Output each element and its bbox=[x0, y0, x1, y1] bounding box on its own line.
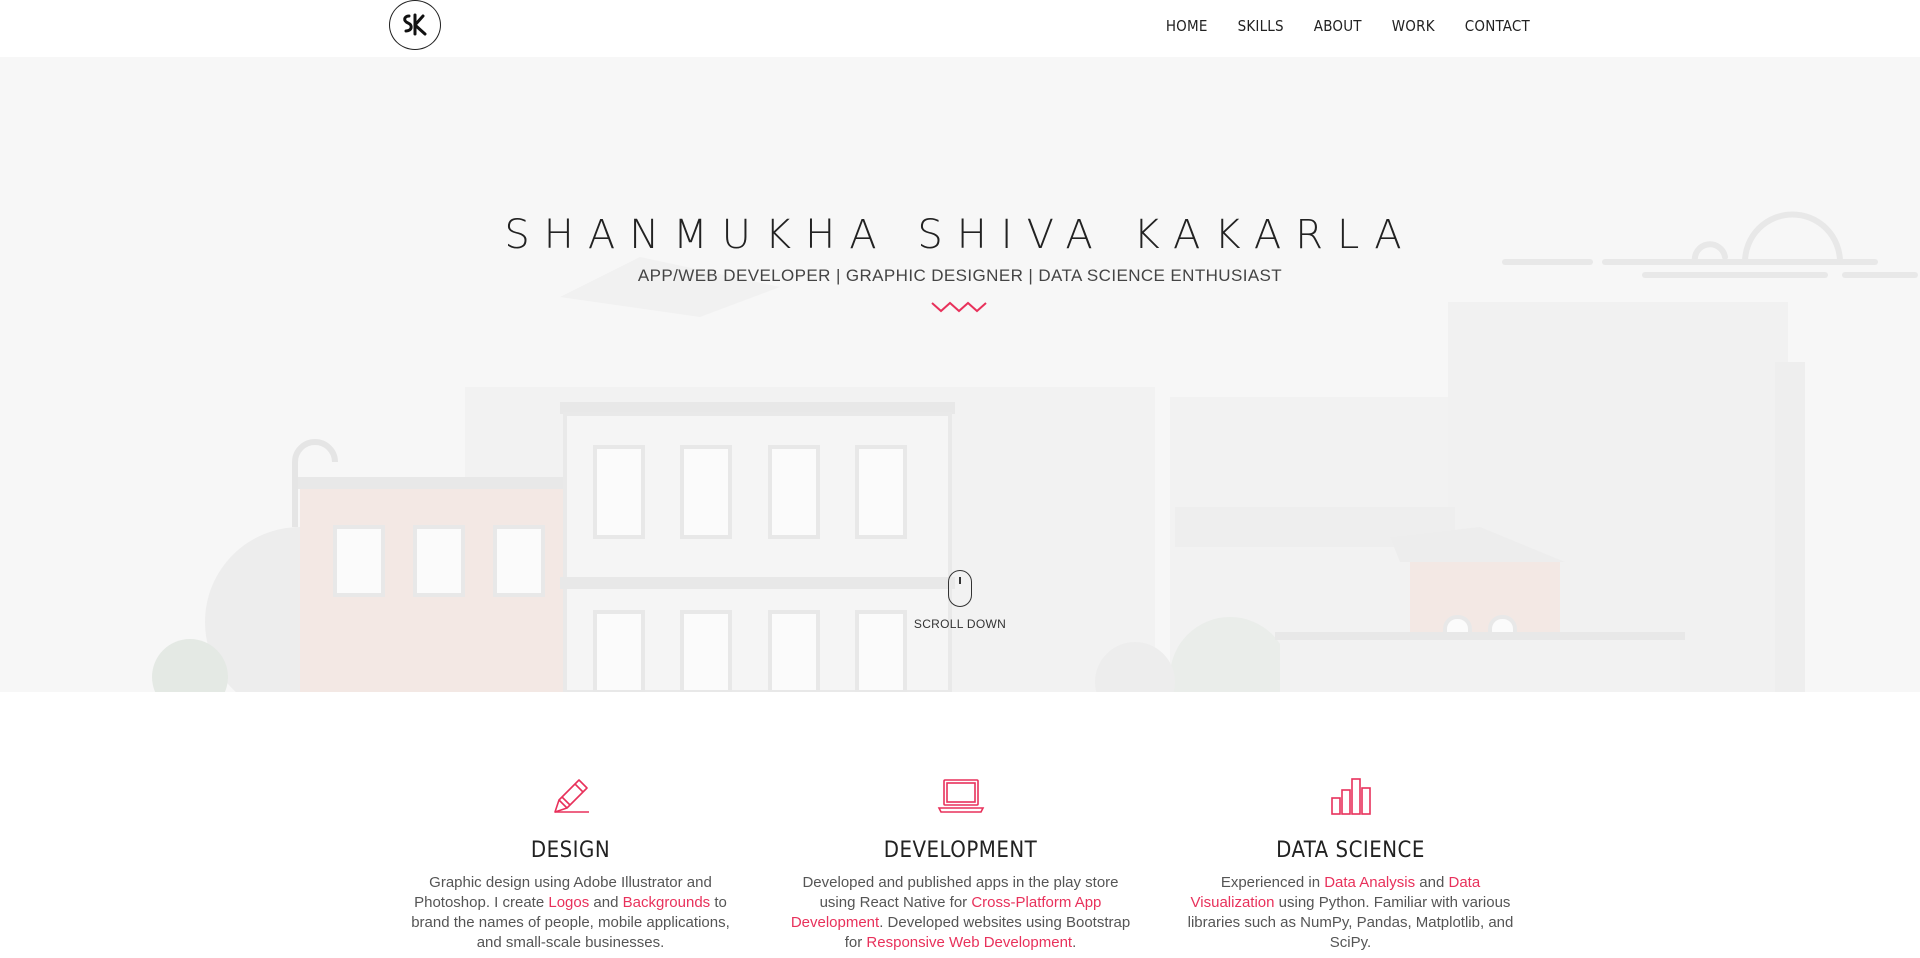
service-description: Developed and published apps in the play… bbox=[790, 874, 1131, 951]
service-description: Experienced in Data Analysis and Data Vi… bbox=[1187, 874, 1514, 951]
nav-about[interactable]: ABOUT bbox=[1314, 17, 1362, 35]
pencil-icon bbox=[553, 779, 589, 813]
main-nav: HOME SKILLS ABOUT WORK CONTACT bbox=[1136, 17, 1530, 35]
nav-skills[interactable]: SKILLS bbox=[1238, 17, 1284, 35]
services-section: DESIGN Graphic design using Adobe Illust… bbox=[0, 692, 1920, 958]
nav-contact[interactable]: CONTACT bbox=[1465, 17, 1530, 35]
service-title: DATA SCIENCE bbox=[1276, 838, 1425, 863]
service-title: DEVELOPMENT bbox=[883, 838, 1038, 863]
scroll-down-label[interactable]: SCROLL DOWN bbox=[0, 617, 1920, 631]
service-development: DEVELOPMENT Developed and published apps… bbox=[788, 774, 1133, 953]
service-title: DESIGN bbox=[530, 838, 611, 863]
laptop-icon bbox=[937, 779, 984, 813]
service-description: Graphic design using Adobe Illustrator a… bbox=[411, 874, 730, 951]
hero-subtitle: APP/WEB DEVELOPER | GRAPHIC DESIGNER | D… bbox=[637, 266, 1283, 285]
hero-title: SHANMUKHA SHIVA KAKARLA bbox=[504, 212, 1416, 258]
bar-chart-icon bbox=[1330, 778, 1371, 815]
mouse-scroll-icon[interactable] bbox=[948, 570, 972, 607]
sk-logo-icon bbox=[403, 13, 427, 36]
hero-section: SHANMUKHA SHIVA KAKARLA APP/WEB DEVELOPE… bbox=[0, 57, 1920, 692]
nav-home[interactable]: HOME bbox=[1166, 17, 1208, 35]
navbar: HOME SKILLS ABOUT WORK CONTACT bbox=[0, 0, 1920, 57]
service-design: DESIGN Graphic design using Adobe Illust… bbox=[398, 774, 743, 953]
service-data-science: DATA SCIENCE Experienced in Data Analysi… bbox=[1178, 774, 1523, 953]
zigzag-divider-icon bbox=[931, 301, 987, 313]
logo[interactable] bbox=[389, 0, 441, 50]
nav-work[interactable]: WORK bbox=[1392, 17, 1435, 35]
